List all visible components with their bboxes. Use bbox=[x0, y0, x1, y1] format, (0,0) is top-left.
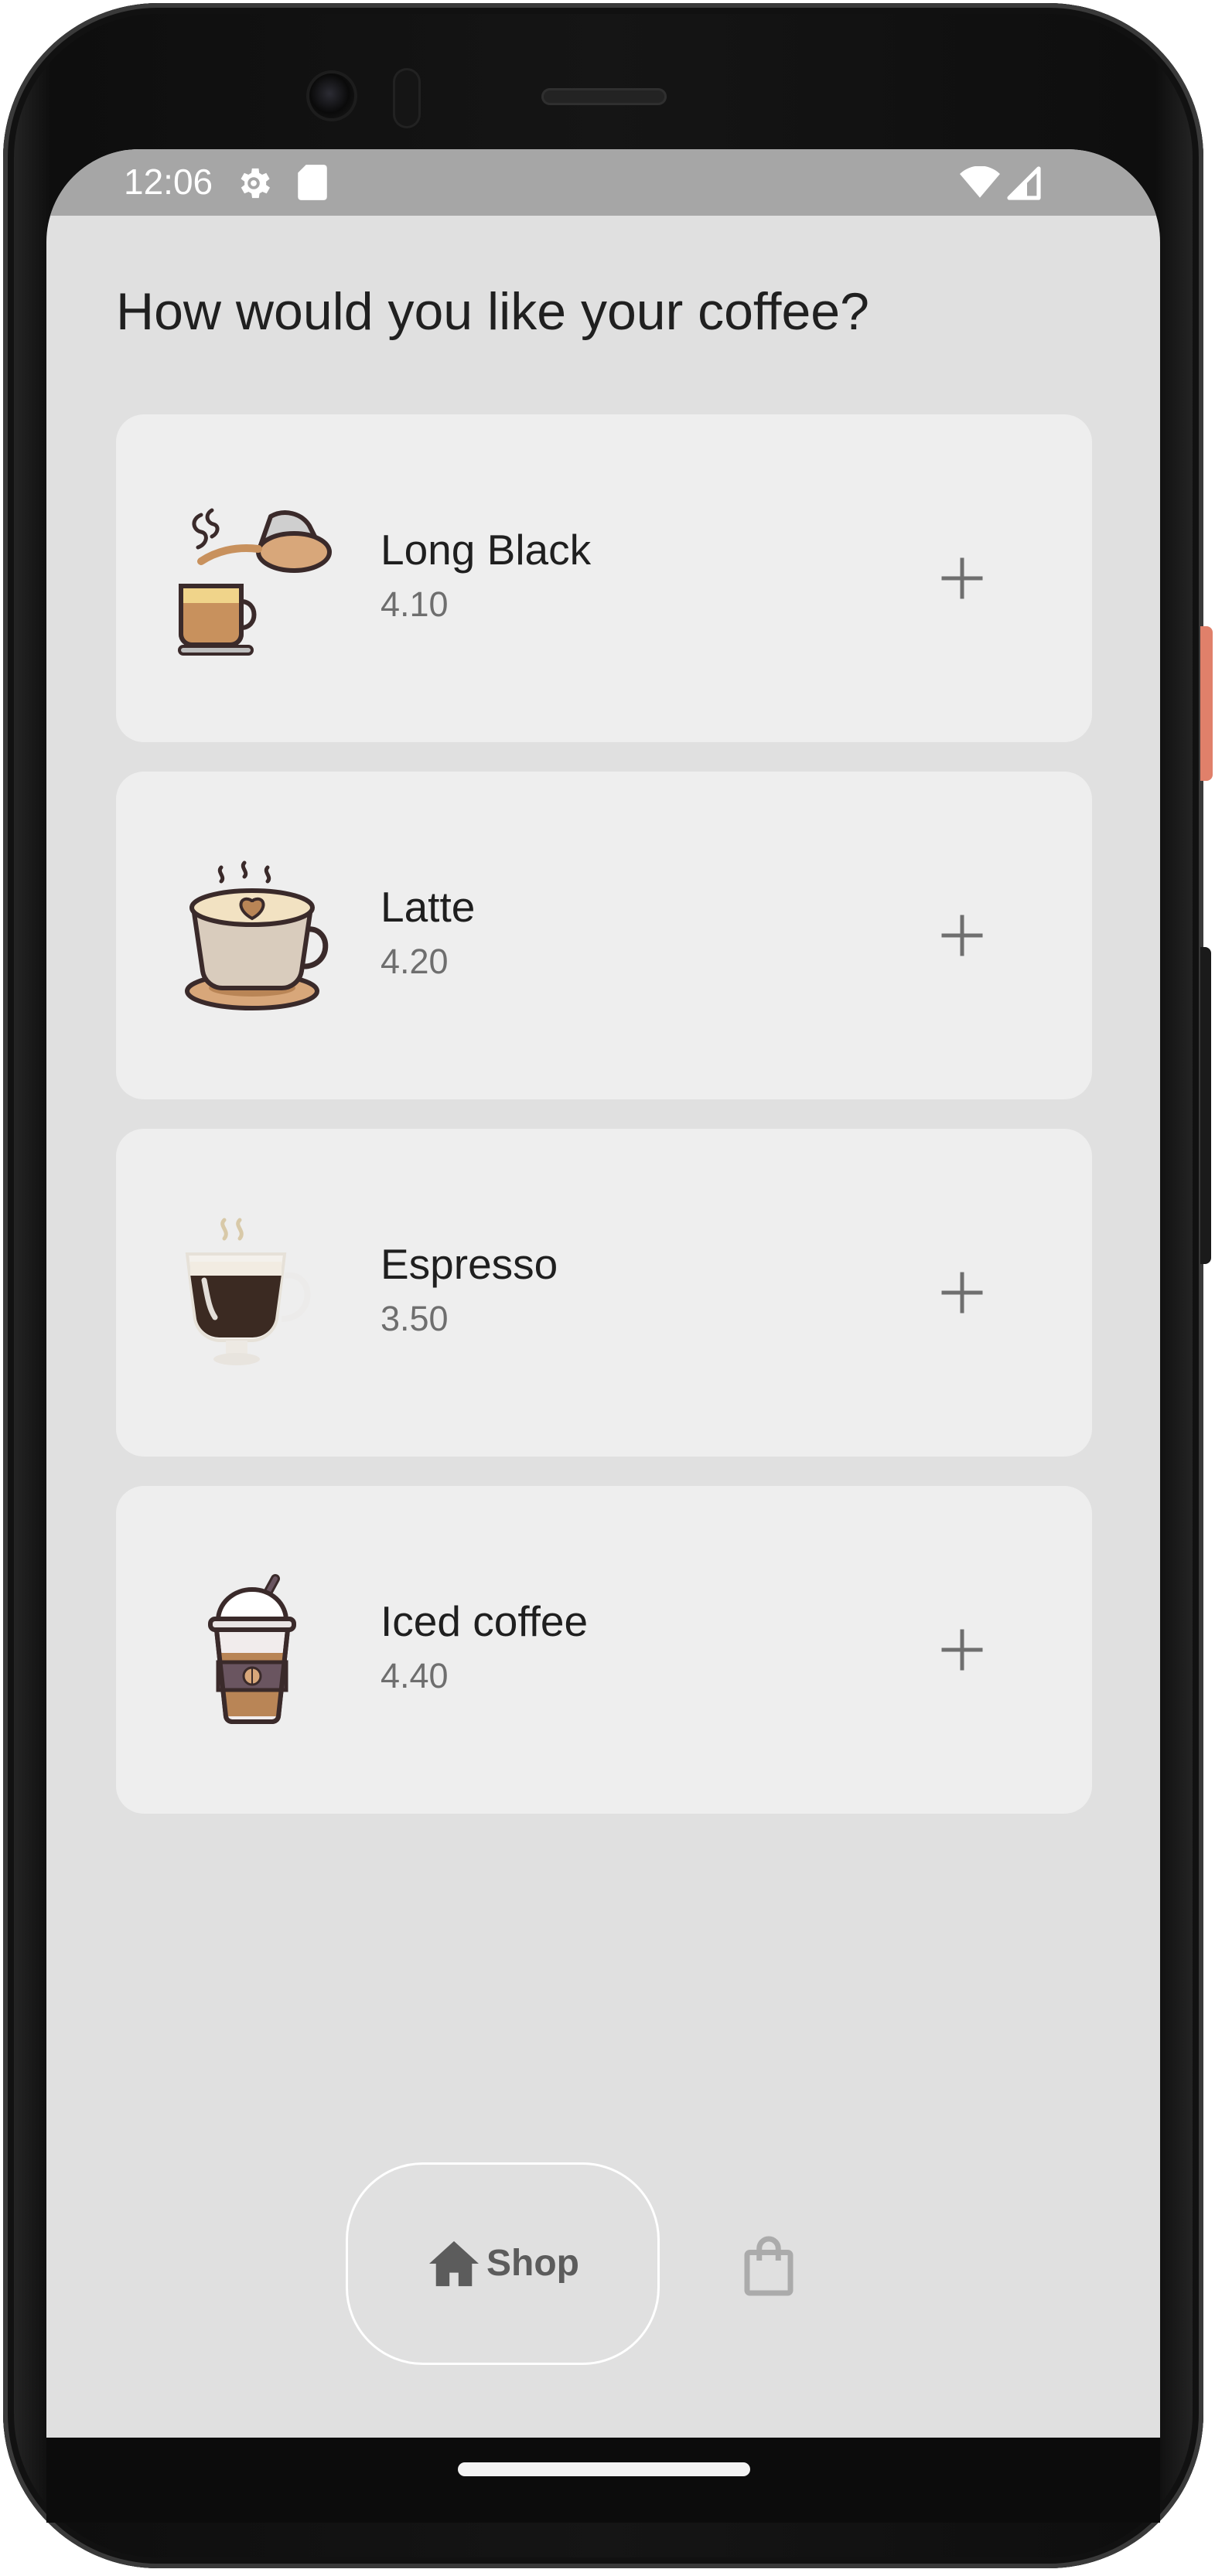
item-name: Long Black bbox=[381, 526, 592, 574]
add-long-black-button[interactable] bbox=[930, 546, 995, 611]
proximity-sensor bbox=[393, 68, 421, 128]
add-espresso-button[interactable] bbox=[930, 1260, 995, 1325]
nav-shop-tab[interactable]: Shop bbox=[346, 2162, 660, 2365]
iced-coffee-cup-icon bbox=[208, 1574, 296, 1725]
item-name: Latte bbox=[381, 883, 476, 931]
add-iced-coffee-button[interactable] bbox=[930, 1617, 995, 1682]
nav-shop-label: Shop bbox=[486, 2243, 579, 2284]
menu-item-long-black[interactable]: Long Black 4.10 bbox=[116, 414, 1092, 742]
power-button bbox=[1200, 626, 1213, 781]
volume-button bbox=[1200, 947, 1211, 1264]
item-price: 4.10 bbox=[381, 584, 449, 624]
item-price: 4.20 bbox=[381, 942, 449, 981]
earpiece-speaker bbox=[541, 88, 667, 105]
item-name: Espresso bbox=[381, 1240, 558, 1288]
add-latte-button[interactable] bbox=[930, 903, 995, 968]
cell-signal-icon bbox=[1007, 166, 1041, 200]
menu-item-espresso[interactable]: Espresso 3.50 bbox=[116, 1129, 1092, 1457]
plus-icon bbox=[941, 1629, 983, 1671]
status-bar: 12:06 bbox=[46, 149, 1160, 216]
sd-card-icon bbox=[298, 165, 327, 200]
item-price: 3.50 bbox=[381, 1299, 449, 1338]
plus-icon bbox=[941, 915, 983, 956]
app-screen: 12:06 How would you like your coffee? Lo… bbox=[46, 149, 1160, 2438]
plus-icon bbox=[941, 557, 983, 599]
home-icon bbox=[429, 2240, 479, 2287]
item-price: 4.40 bbox=[381, 1656, 449, 1695]
wifi-icon bbox=[960, 166, 1000, 198]
menu-item-iced-coffee[interactable]: Iced coffee 4.40 bbox=[116, 1486, 1092, 1814]
settings-gear-icon bbox=[241, 168, 271, 199]
bottom-bezel bbox=[46, 2438, 1160, 2523]
latte-cup-icon bbox=[185, 860, 329, 1010]
home-indicator[interactable] bbox=[458, 2462, 750, 2476]
shopping-bag-icon[interactable] bbox=[736, 2234, 801, 2298]
menu-item-latte[interactable]: Latte 4.20 bbox=[116, 772, 1092, 1099]
item-name: Iced coffee bbox=[381, 1597, 589, 1645]
long-black-coffee-icon bbox=[178, 508, 332, 656]
status-time: 12:06 bbox=[124, 162, 213, 202]
plus-icon bbox=[941, 1272, 983, 1314]
page-title: How would you like your coffee? bbox=[116, 282, 869, 341]
front-camera bbox=[309, 73, 354, 118]
espresso-glass-icon bbox=[185, 1218, 311, 1365]
